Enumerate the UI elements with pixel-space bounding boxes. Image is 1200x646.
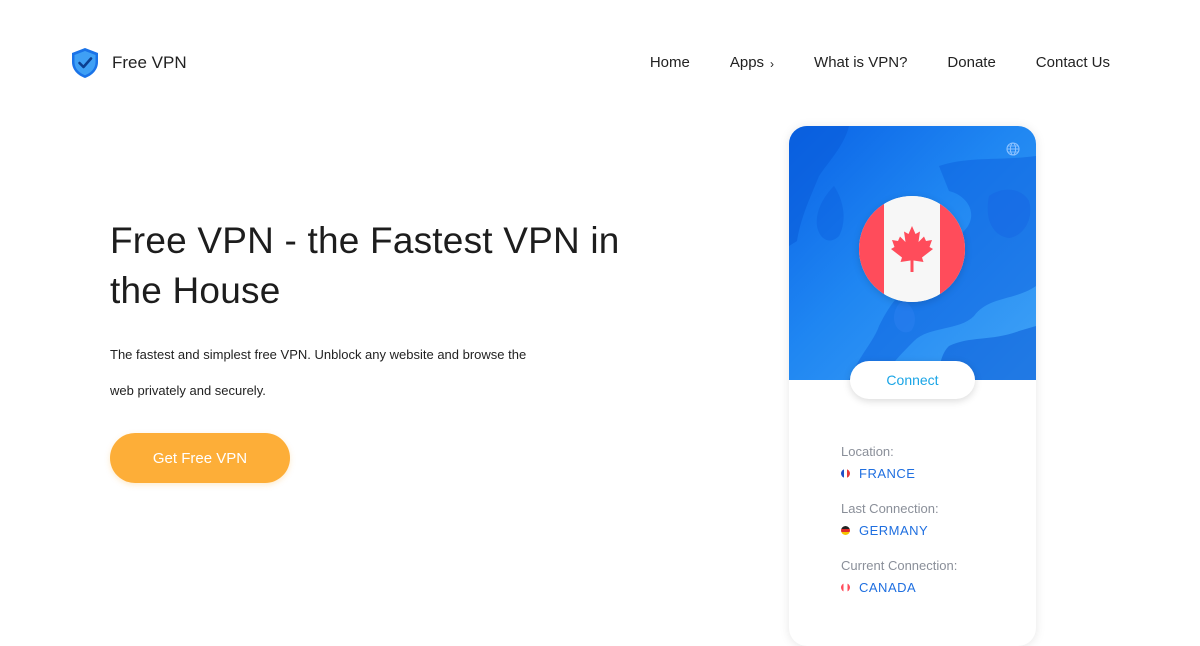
brand-name: Free VPN xyxy=(112,53,187,72)
connect-button[interactable]: Connect xyxy=(850,361,975,399)
nav-item-what-is-vpn[interactable]: What is VPN? xyxy=(814,54,907,71)
germany-flag-icon xyxy=(841,526,850,535)
hero-description: The fastest and simplest free VPN. Unblo… xyxy=(110,347,527,398)
canada-mini-flag-icon xyxy=(841,583,850,592)
last-connection-info: Last Connection: GERMANY xyxy=(841,501,939,538)
location-info: Location: FRANCE xyxy=(841,444,915,481)
main-nav: Home Apps › What is VPN? Donate Contact … xyxy=(650,54,1110,71)
current-connection-value: CANADA xyxy=(859,580,917,595)
location-label: Location: xyxy=(841,444,894,459)
shield-check-icon xyxy=(72,48,98,78)
app-preview-card: Connect Location: FRANCE Last Connection… xyxy=(789,126,1036,646)
nav-item-contact-us[interactable]: Contact Us xyxy=(1036,54,1110,71)
world-map xyxy=(789,126,1036,380)
hero-title: Free VPN - the Fastest VPN in the House xyxy=(110,220,620,311)
nav-item-home[interactable]: Home xyxy=(650,54,690,71)
last-connection-label: Last Connection: xyxy=(841,501,939,516)
nav-item-donate[interactable]: Donate xyxy=(947,54,995,71)
brand-logo[interactable]: Free VPN xyxy=(70,47,187,79)
globe-icon[interactable] xyxy=(1006,142,1020,156)
location-value: FRANCE xyxy=(859,466,916,481)
nav-item-apps[interactable]: Apps › xyxy=(730,54,774,71)
current-connection-info: Current Connection: CANADA xyxy=(841,558,957,595)
chevron-right-icon: › xyxy=(770,56,775,71)
nav-item-apps-label: Apps xyxy=(729,54,765,71)
last-connection-value: GERMANY xyxy=(859,523,929,538)
get-free-vpn-button[interactable]: Get Free VPN xyxy=(110,433,290,483)
location-value-row: FRANCE xyxy=(841,466,915,481)
canada-flag-icon xyxy=(859,196,965,302)
current-connection-value-row: CANADA xyxy=(841,580,957,595)
current-connection-label: Current Connection: xyxy=(841,558,958,573)
last-connection-value-row: GERMANY xyxy=(841,523,939,538)
france-flag-icon xyxy=(841,469,850,478)
